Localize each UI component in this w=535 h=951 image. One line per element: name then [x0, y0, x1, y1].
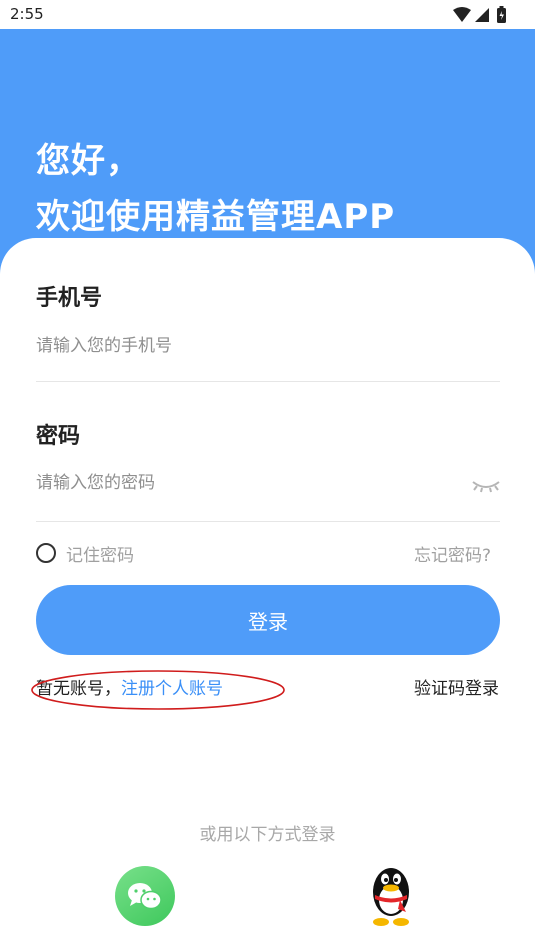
greeting-line-1: 您好，	[36, 141, 141, 181]
wechat-icon	[128, 883, 162, 910]
battery-icon	[497, 6, 506, 23]
other-login-caption: 或用以下方式登录	[199, 825, 336, 845]
phone-input[interactable]	[36, 326, 500, 366]
status-icons	[453, 6, 506, 23]
annotation-ellipse	[31, 670, 285, 710]
wechat-login-button[interactable]	[115, 866, 175, 926]
phone-label: 手机号	[36, 286, 103, 311]
remember-password-toggle[interactable]: 记住密码	[36, 541, 134, 566]
status-time: 2:55	[10, 5, 44, 23]
wifi-icon	[453, 7, 471, 22]
forgot-password-link[interactable]: 忘记密码?	[414, 541, 491, 566]
login-button[interactable]: 登录	[36, 585, 500, 655]
password-divider	[36, 521, 500, 522]
eye-closed-icon[interactable]	[470, 476, 502, 496]
remember-password-label: 记住密码	[66, 545, 134, 566]
radio-circle-icon[interactable]	[36, 543, 56, 563]
sms-code-login-link[interactable]: 验证码登录	[414, 674, 499, 699]
qq-login-button[interactable]	[364, 862, 418, 928]
password-input[interactable]	[36, 463, 456, 503]
greeting-line-2: 欢迎使用精益管理APP	[36, 197, 396, 237]
signal-icon	[475, 8, 489, 22]
password-label: 密码	[36, 424, 81, 449]
status-bar: 2:55	[0, 0, 535, 29]
qq-icon	[373, 868, 409, 926]
phone-divider	[36, 381, 500, 382]
